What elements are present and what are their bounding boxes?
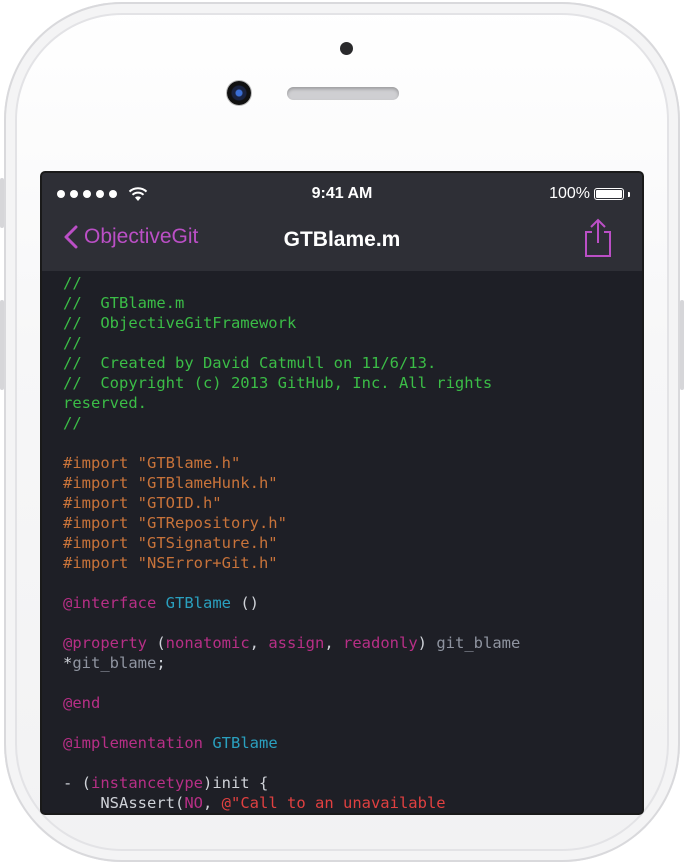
code-line: - (instancetype)init { [63,773,623,793]
share-button[interactable] [583,218,613,263]
navigation-bar: 9:41 AM 100% ObjectiveGit GTBlame.m [42,173,642,271]
code-line: #import "GTSignature.h" [63,533,623,553]
code-token: #import "GTOID.h" [63,494,222,512]
code-line: #import "GTBlameHunk.h" [63,473,623,493]
code-line: #import "GTOID.h" [63,493,623,513]
code-token: GTBlame [165,594,231,612]
code-token: @property [63,634,147,652]
share-icon [585,218,611,257]
code-token: git_blame [436,634,521,652]
code-token: #import "GTRepository.h" [63,514,287,532]
code-token: #import "GTBlameHunk.h" [63,474,278,492]
code-line: @interface GTBlame () [63,593,623,613]
code-token: assign [268,634,325,652]
code-token: instancetype [91,774,203,792]
side-button-top [0,178,4,228]
code-token: , [324,634,344,652]
battery-icon [594,188,624,200]
code-token: // [63,274,82,292]
code-token: readonly [343,634,418,652]
code-token: git_blame [72,654,157,672]
code-token: // Created by David Catmull on 11/6/13. [63,354,437,372]
code-line: // Created by David Catmull on 11/6/13. [63,353,623,373]
code-token: reserved. [63,394,147,412]
battery-percent: 100% [549,185,590,202]
screen: 9:41 AM 100% ObjectiveGit GTBlame.m ////… [42,173,642,813]
code-token: NSAssert( [63,794,185,812]
side-button-right [680,300,684,390]
code-token: // ObjectiveGitFramework [63,314,297,332]
code-line: // [63,333,623,353]
proximity-sensor [340,42,353,55]
code-line: #import "GTRepository.h" [63,513,623,533]
code-line: #import "GTBlame.h" [63,453,623,473]
code-token: , [203,794,222,812]
code-line: NSAssert(NO, @"Call to an unavailable [63,793,623,813]
code-token: #import "GTSignature.h" [63,534,278,552]
code-token: ; [156,654,166,672]
code-token: @implementation [63,734,203,752]
code-line: reserved. [63,393,623,413]
code-token: nonatomic [165,634,250,652]
code-token: #import "GTBlame.h" [63,454,241,472]
code-token: // Copyright (c) 2013 GitHub, Inc. All r… [63,374,493,392]
code-token: // [63,414,82,432]
code-line: @implementation GTBlame [63,733,623,753]
code-token: @"Call to an unavailable [221,794,446,812]
code-line: @end [63,693,623,713]
front-camera [227,81,251,105]
code-line: @property (nonatomic, assign, readonly) … [63,633,623,653]
code-token: // [63,334,82,352]
code-line: // Copyright (c) 2013 GitHub, Inc. All r… [63,373,623,393]
earpiece-speaker [287,87,399,100]
code-token: // GTBlame.m [63,294,185,312]
side-button-middle [0,300,4,390]
code-token: @end [63,694,101,712]
status-battery: 100% [549,185,630,203]
code-token: ) [417,634,437,652]
code-token: GTBlame [212,734,278,752]
code-line: #import "NSError+Git.h" [63,553,623,573]
page-title: GTBlame.m [283,228,401,251]
code-view[interactable]: // // GTBlame.m // ObjectiveGitFramework //… [63,273,623,813]
code-token: () [231,594,259,612]
code-line: // [63,413,623,433]
code-line: // ObjectiveGitFramework [63,313,623,333]
code-token: )init { [202,774,269,792]
code-line: *git_blame; [63,653,623,673]
code-token: @interface [63,594,157,612]
code-line: // [63,273,623,293]
code-token: #import "NSError+Git.h" [63,554,278,572]
code-token: ( [147,634,166,652]
code-token: , [249,634,269,652]
code-token: NO [184,794,203,812]
code-line: // GTBlame.m [63,293,623,313]
code-token: * [63,654,73,672]
battery-tip [628,191,630,197]
code-token: - ( [63,774,91,792]
